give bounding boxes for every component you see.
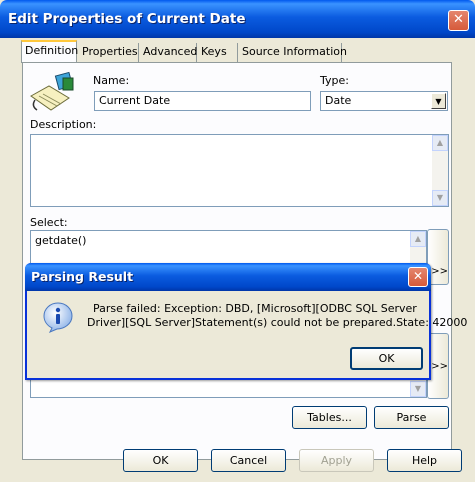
object-definition-icon [30,71,74,111]
window-titlebar[interactable]: Edit Properties of Current Date ✕ [0,0,475,38]
ok-button[interactable]: OK [123,449,198,472]
dialog-close-button[interactable]: ✕ [408,267,428,287]
dialog-message-line-1: Parse failed: Exception: DBD, [Microsoft… [93,302,417,315]
info-icon [43,302,73,333]
type-select-value: Date [325,94,352,107]
window-close-button[interactable]: ✕ [448,10,469,31]
select-label: Select: [30,216,68,229]
window-title: Edit Properties of Current Date [8,11,246,27]
dialog-message: Parse failed: Exception: DBD, [Microsoft… [87,302,468,330]
scroll-up-icon[interactable]: ▲ [432,135,448,151]
scroll-down-icon[interactable]: ▼ [432,190,448,206]
type-select[interactable]: Date ▼ [320,91,448,111]
chevron-down-icon[interactable]: ▼ [431,93,446,109]
description-scrollbar[interactable]: ▲ ▼ [432,135,448,206]
tables-button[interactable]: Tables... [292,406,367,429]
scroll-down-icon[interactable]: ▼ [410,381,426,397]
apply-button[interactable]: Apply [299,449,374,472]
dialog-titlebar[interactable]: Parsing Result ✕ [25,263,431,291]
scroll-up-icon[interactable]: ▲ [410,231,426,247]
tab-keys[interactable]: Keys [197,43,238,62]
name-label: Name: [93,74,130,87]
dialog-title: Parsing Result [31,269,134,284]
tab-advanced[interactable]: Advanced [139,43,197,62]
help-button[interactable]: Help [387,449,462,472]
parse-button[interactable]: Parse [374,406,449,429]
parsing-result-dialog: Parsing Result ✕ Parse failed: Exception… [25,263,468,380]
cancel-button[interactable]: Cancel [211,449,286,472]
type-label: Type: [320,74,349,87]
select-text: getdate() [35,234,87,247]
tab-properties[interactable]: Properties [78,43,139,62]
tab-definition[interactable]: Definition [21,40,78,63]
edit-properties-window: Edit Properties of Current Date ✕ Defini… [0,0,475,482]
dialog-message-line-2: Driver][SQL Server]Statement(s) could no… [87,316,468,329]
name-input[interactable]: Current Date [94,91,311,111]
description-label: Description: [30,118,97,131]
tab-source-information[interactable]: Source Information [238,43,347,62]
description-textarea[interactable]: ▲ ▼ [30,134,449,207]
dialog-ok-button[interactable]: OK [350,347,423,370]
